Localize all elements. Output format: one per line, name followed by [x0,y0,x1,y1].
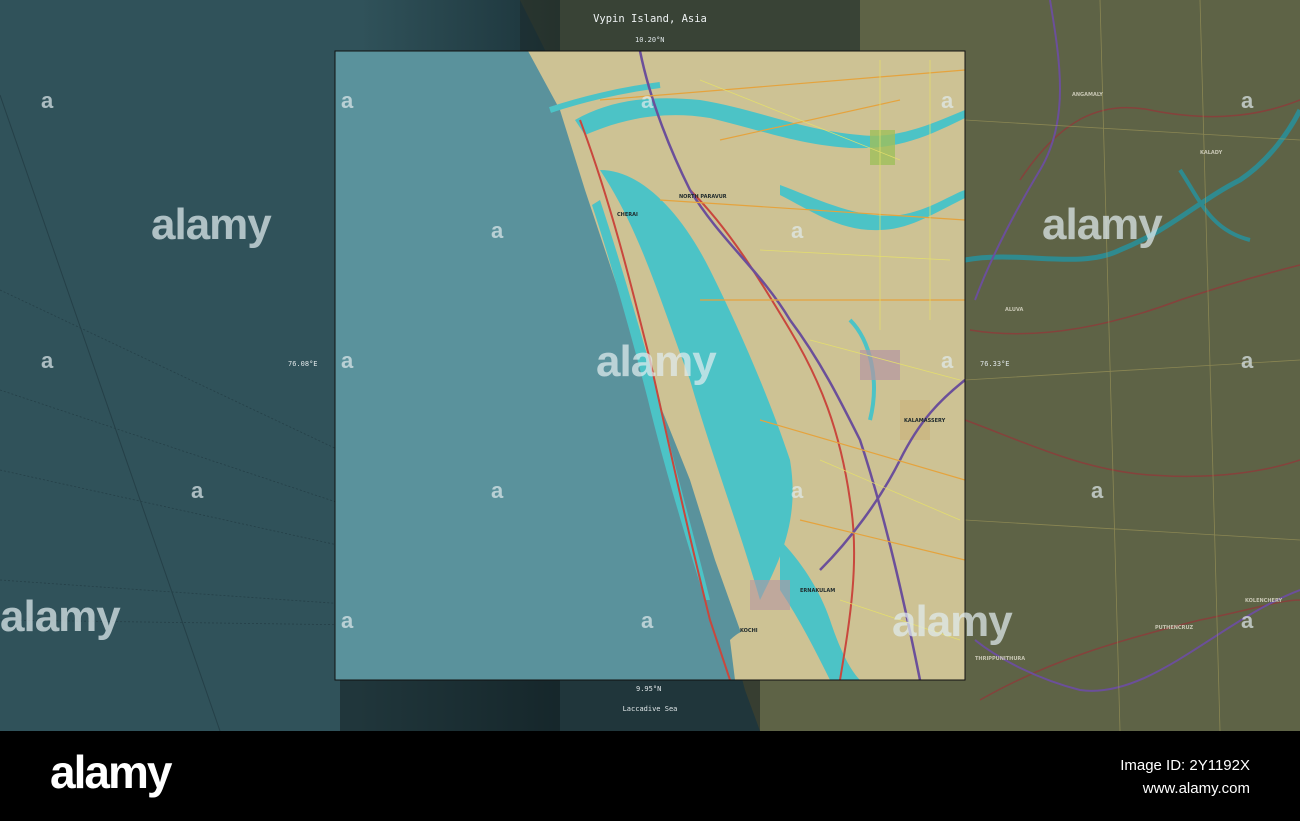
longitude-right-label: 76.33°E [980,360,1010,368]
watermark-logo: alamy [892,597,1013,646]
watermark-mark: a [341,608,354,633]
place-thrippunithura: THRIPPUNITHURA [975,656,1026,662]
watermark-mark: a [41,348,54,373]
map-title: Vypin Island, Asia [593,13,707,25]
place-kochi: KOCHI [740,628,758,634]
sea-label: Laccadive Sea [622,705,678,713]
place-aluva: ALUVA [1005,307,1024,313]
watermark-logo: alamy [0,592,121,641]
watermark-mark: a [791,218,804,243]
place-kalamassery: KALAMASSERY [904,418,946,424]
watermark-mark: a [491,218,504,243]
place-ernakulam: ERNAKULAM [800,588,836,594]
latitude-bottom-label: 9.95°N [636,685,662,693]
footer-brand-logo: alamy [50,746,172,798]
watermark-mark: a [641,608,654,633]
footer-image-info: Image ID: 2Y1192X www.alamy.com [1120,754,1250,800]
watermark-mark: a [191,478,204,503]
watermark-mark: a [491,478,504,503]
place-kolenchery: KOLENCHERY [1245,598,1283,604]
watermark-mark: a [1241,348,1254,373]
footer-bar [0,731,1300,821]
watermark-mark: a [791,478,804,503]
watermark-mark: a [1091,478,1104,503]
site-label: www.alamy.com [1142,780,1250,797]
image-id-label: Image ID: 2Y1192X [1120,757,1250,774]
watermark-logo: alamy [151,200,272,249]
longitude-left-label: 76.08°E [288,360,318,368]
watermark-mark: a [941,348,954,373]
watermark-mark: a [341,88,354,113]
watermark-mark: a [641,88,654,113]
watermark-mark: a [941,88,954,113]
place-north-paravur: NORTH PARAVUR [679,194,727,200]
watermark-mark: a [41,88,54,113]
map-canvas: Vypin Island, Asia 10.20°N 9.95°N 76.08°… [0,0,1300,731]
watermark-logo: alamy [1042,200,1163,249]
place-angamaly: ANGAMALY [1072,92,1103,98]
watermark-mark: a [1241,88,1254,113]
watermark-mark: a [341,348,354,373]
place-cherai: CHERAI [617,212,638,218]
latitude-top-label: 10.20°N [635,36,665,44]
watermark-mark: a [1241,608,1254,633]
place-puthencruz: PUTHENCRUZ [1155,625,1194,631]
place-kalady: KALADY [1200,150,1223,156]
watermark-logo: alamy [596,337,717,386]
